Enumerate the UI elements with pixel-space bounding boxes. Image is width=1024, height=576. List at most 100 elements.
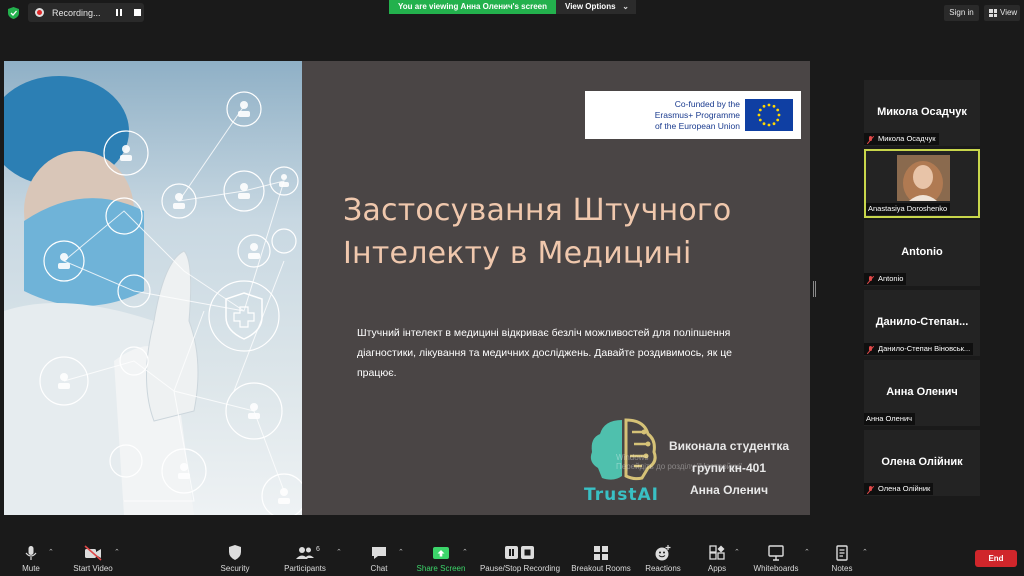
notes-options-chevron-icon[interactable]: ⌃ xyxy=(862,548,868,556)
meeting-controls-toolbar: Mute ⌃ Start Video ⌃ Security 6 Particip… xyxy=(0,540,1024,576)
slide-title-line-1: Застосування Штучного xyxy=(343,193,732,228)
slide-title-line-2: Інтелекту в Медицині xyxy=(343,236,692,271)
mute-button[interactable]: Mute xyxy=(12,540,50,576)
participant-name-tag: Олена Олійник xyxy=(864,483,934,495)
reactions-smiley-icon xyxy=(655,545,671,561)
participant-tile[interactable]: Antonio Antonio xyxy=(864,220,980,286)
chat-button[interactable]: Chat xyxy=(362,540,396,576)
author-line-3: Анна Оленич xyxy=(689,483,769,497)
participant-video xyxy=(897,155,950,201)
participant-display-name: Antonio xyxy=(901,246,943,258)
pause-stop-icon xyxy=(505,546,534,559)
participant-name-tag: Anastasiya Doroshenko xyxy=(866,203,951,215)
chat-label: Chat xyxy=(370,564,388,573)
video-off-icon xyxy=(84,545,102,561)
participant-name-tag: Микола Осадчук xyxy=(864,133,939,145)
notes-label: Notes xyxy=(831,564,853,573)
security-shield-icon xyxy=(229,545,241,560)
whiteboards-button[interactable]: Whiteboards xyxy=(750,540,802,576)
participant-display-name: Анна Оленич xyxy=(886,386,958,398)
participants-icon xyxy=(296,547,314,559)
participant-tile[interactable]: Олена Олійник Олена Олійник xyxy=(864,430,980,496)
erasmus-text: Co-funded by the Erasmus+ Programme of t… xyxy=(595,99,740,132)
panel-resize-handle[interactable] xyxy=(813,281,816,297)
whiteboards-options-chevron-icon[interactable]: ⌃ xyxy=(804,548,810,556)
mic-muted-icon xyxy=(866,485,875,494)
slide-body-text: Штучний інтелект в медицині відкриває бе… xyxy=(357,327,732,379)
security-button[interactable]: Security xyxy=(215,540,255,576)
mic-muted-icon xyxy=(866,135,875,144)
video-options-chevron-icon[interactable]: ⌃ xyxy=(114,548,120,556)
notes-button[interactable]: Notes xyxy=(826,540,858,576)
erasmus-line-3: of the European Union xyxy=(654,121,740,131)
participant-display-name: Данило-Степан... xyxy=(875,316,969,328)
participant-name-tag: Данило-Степан Віновськ... xyxy=(864,343,974,355)
start-video-label: Start Video xyxy=(73,564,113,573)
recording-dot-icon xyxy=(35,8,44,17)
audio-options-chevron-icon[interactable]: ⌃ xyxy=(48,548,54,556)
participant-name-label: Олена Олійник xyxy=(878,484,931,493)
reactions-button[interactable]: Reactions xyxy=(643,540,683,576)
author-credits: Виконала студентка групи кн-401 Анна Оле… xyxy=(654,435,804,501)
participant-tile[interactable]: Данило-Степан... Данило-Степан Віновськ.… xyxy=(864,290,980,356)
view-label: View xyxy=(1000,8,1018,17)
pause-stop-recording-button[interactable]: Pause/Stop Recording xyxy=(478,540,562,576)
participants-button[interactable]: 6 Participants xyxy=(280,540,330,576)
participant-name-label: Anastasiya Doroshenko xyxy=(868,204,948,213)
participant-name-tag: Antonio xyxy=(864,273,907,285)
eu-flag-icon xyxy=(745,99,793,131)
view-button[interactable]: View xyxy=(984,5,1020,21)
chat-bubble-icon xyxy=(372,547,386,559)
participant-tile-active-speaker[interactable]: Anastasiya Doroshenko xyxy=(864,149,980,218)
apps-options-chevron-icon[interactable]: ⌃ xyxy=(734,548,740,556)
zoom-meeting-window: Recording... You are viewing Анна Оленич… xyxy=(0,0,1024,576)
pause-recording-button[interactable] xyxy=(112,6,126,20)
participants-options-chevron-icon[interactable]: ⌃ xyxy=(336,548,342,556)
chevron-down-icon: ⌄ xyxy=(622,2,629,11)
breakout-rooms-icon xyxy=(594,546,608,560)
breakout-rooms-button[interactable]: Breakout Rooms xyxy=(570,540,632,576)
trustai-logo-text: TrustAI xyxy=(584,485,659,505)
recording-label: Recording... xyxy=(52,7,101,18)
stop-icon xyxy=(133,9,141,16)
gallery-grid-icon xyxy=(989,9,997,17)
author-line-1: Виконала студентка xyxy=(668,439,790,453)
view-options-label: View Options xyxy=(565,2,616,11)
sign-in-button[interactable]: Sign in xyxy=(944,5,979,21)
whiteboard-icon xyxy=(768,545,784,561)
share-screen-label: Share Screen xyxy=(416,564,466,573)
apps-icon xyxy=(709,545,725,560)
mute-label: Mute xyxy=(22,564,40,573)
author-line-2: групи кн-401 xyxy=(691,461,767,475)
erasmus-cofunded-logo: Co-funded by the Erasmus+ Programme of t… xyxy=(585,91,801,139)
share-screen-button[interactable]: Share Screen xyxy=(414,540,468,576)
recording-indicator: Recording... xyxy=(28,3,144,22)
mic-muted-icon xyxy=(866,345,875,354)
participant-name-label: Данило-Степан Віновськ... xyxy=(878,344,971,353)
erasmus-line-1: Co-funded by the xyxy=(674,99,740,109)
shield-check-icon[interactable] xyxy=(8,7,19,19)
share-screen-icon xyxy=(433,547,449,559)
participant-tile[interactable]: Анна Оленич Анна Оленич xyxy=(864,360,980,426)
reactions-label: Reactions xyxy=(645,564,681,573)
participants-label: Participants xyxy=(284,564,326,573)
share-options-chevron-icon[interactable]: ⌃ xyxy=(462,548,468,556)
participant-name-label: Antonio xyxy=(878,274,904,283)
chat-options-chevron-icon[interactable]: ⌃ xyxy=(398,548,404,556)
end-meeting-button[interactable]: End xyxy=(975,550,1017,567)
mic-muted-icon xyxy=(866,275,875,284)
top-bar: Recording... You are viewing Анна Оленич… xyxy=(0,0,1024,26)
security-label: Security xyxy=(220,564,250,573)
participant-tile[interactable]: Микола Осадчук Микола Осадчук xyxy=(864,80,980,146)
view-options-button[interactable]: View Options ⌄ xyxy=(556,0,636,14)
viewing-screen-banner: You are viewing Анна Оленич's screen xyxy=(389,0,556,14)
pause-icon xyxy=(116,9,122,16)
participants-count: 6 xyxy=(316,546,320,553)
participant-display-name: Олена Олійник xyxy=(881,456,963,468)
apps-button[interactable]: Apps xyxy=(700,540,734,576)
stop-recording-button[interactable] xyxy=(130,6,144,20)
participant-name-label: Анна Оленич xyxy=(866,414,913,423)
erasmus-line-2: Erasmus+ Programme xyxy=(654,110,740,120)
start-video-button[interactable]: Start Video xyxy=(68,540,118,576)
whiteboards-label: Whiteboards xyxy=(753,564,799,573)
